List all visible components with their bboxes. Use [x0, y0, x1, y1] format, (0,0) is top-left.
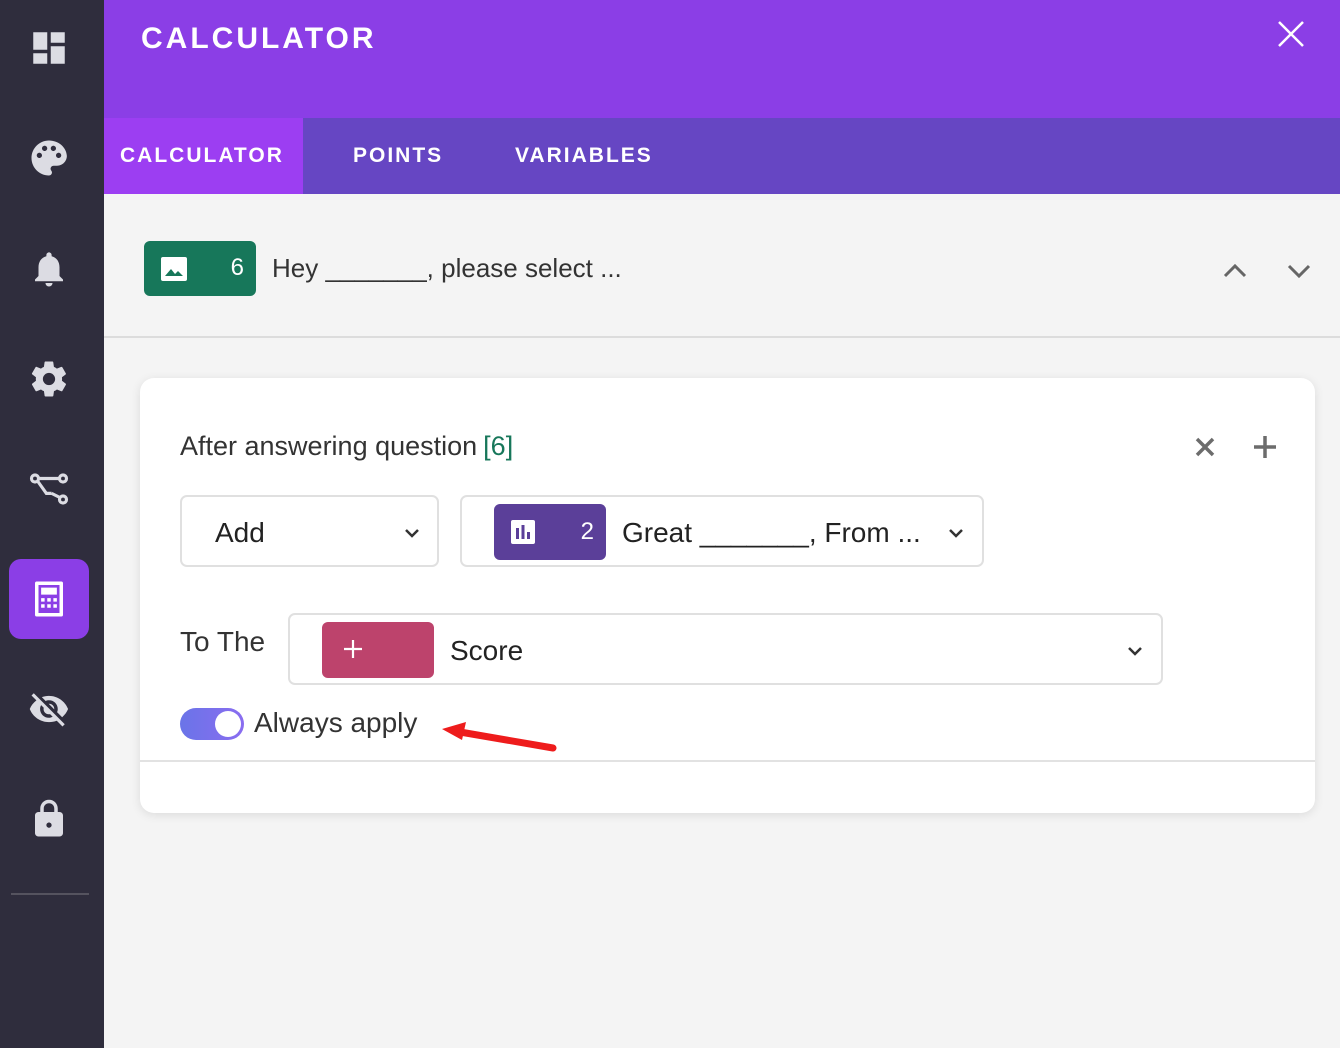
- delete-rule-button[interactable]: [1192, 434, 1218, 460]
- sidebar-item-design[interactable]: [9, 118, 89, 198]
- question-badge: 6: [144, 241, 256, 296]
- workflow-icon: [29, 473, 69, 505]
- next-question-button[interactable]: [1285, 257, 1313, 285]
- gear-icon: [31, 361, 66, 397]
- source-question-select[interactable]: 2 Great _______, From ...: [460, 495, 984, 567]
- chevron-down-icon: [402, 523, 422, 543]
- eye-off-icon: [29, 693, 69, 727]
- source-question-text: Great _______, From ...: [622, 517, 921, 548]
- sidebar-item-dashboard[interactable]: [9, 8, 89, 88]
- target-variable-label: Score: [450, 635, 524, 666]
- toggle-knob: [215, 711, 241, 737]
- chevron-down-icon: [1287, 264, 1311, 279]
- plus-icon: [1254, 436, 1276, 458]
- card-divider: [140, 760, 1315, 762]
- add-rule-button[interactable]: [1251, 433, 1279, 461]
- source-question-badge: 2: [494, 504, 606, 560]
- chevron-up-icon: [1223, 263, 1247, 278]
- chevron-down-icon: [946, 523, 966, 543]
- close-icon: [1278, 21, 1304, 47]
- rule-title-text: After answering question: [180, 431, 478, 461]
- rule-question-ref: [6]: [483, 431, 514, 461]
- sidebar-item-settings[interactable]: [9, 339, 89, 419]
- calculator-icon: [35, 581, 63, 617]
- sidebar: [0, 0, 104, 1048]
- lock-icon: [35, 799, 63, 837]
- calculation-rule-card: After answering question [6] Add 2 Great …: [140, 378, 1315, 813]
- sidebar-item-notifications[interactable]: [9, 229, 89, 309]
- sidebar-item-calculator[interactable]: [9, 559, 89, 639]
- tab-calculator[interactable]: CALCULATOR: [104, 118, 303, 194]
- panel-header: CALCULATOR: [104, 0, 1340, 118]
- sidebar-divider: [11, 893, 89, 895]
- question-number: 6: [230, 254, 244, 281]
- sidebar-item-security[interactable]: [9, 779, 89, 859]
- image-icon: [161, 257, 187, 281]
- bell-icon: [35, 252, 63, 287]
- bar-chart-icon: [511, 520, 535, 544]
- previous-question-button[interactable]: [1221, 257, 1249, 285]
- operation-select[interactable]: Add: [180, 495, 439, 567]
- question-text: Hey _______, please select ...: [272, 253, 622, 283]
- tab-variables[interactable]: VARIABLES: [515, 118, 653, 194]
- score-variable-badge: [322, 622, 434, 678]
- dashboard-icon: [33, 32, 65, 64]
- annotation-arrow: [442, 722, 557, 752]
- tab-points[interactable]: POINTS: [353, 118, 443, 194]
- chevron-down-icon: [1125, 641, 1145, 661]
- always-apply-label: Always apply: [254, 707, 418, 738]
- operation-value: Add: [215, 517, 265, 548]
- close-button[interactable]: [1276, 19, 1306, 49]
- plus-icon: [342, 638, 364, 660]
- question-selector: 6 Hey _______, please select ...: [104, 194, 1340, 338]
- tab-bar: CALCULATOR POINTS VARIABLES: [104, 118, 1340, 194]
- page-title: CALCULATOR: [141, 22, 377, 55]
- palette-icon: [31, 140, 67, 176]
- target-variable-select[interactable]: Score: [288, 613, 1163, 685]
- always-apply-toggle[interactable]: [180, 708, 244, 740]
- target-prefix-label: To The: [180, 626, 266, 657]
- rule-title: After answering question [6]: [180, 431, 513, 462]
- sidebar-item-visibility[interactable]: [9, 669, 89, 749]
- sidebar-item-logic[interactable]: [9, 449, 89, 529]
- source-question-number: 2: [580, 518, 594, 545]
- close-icon: [1195, 437, 1215, 457]
